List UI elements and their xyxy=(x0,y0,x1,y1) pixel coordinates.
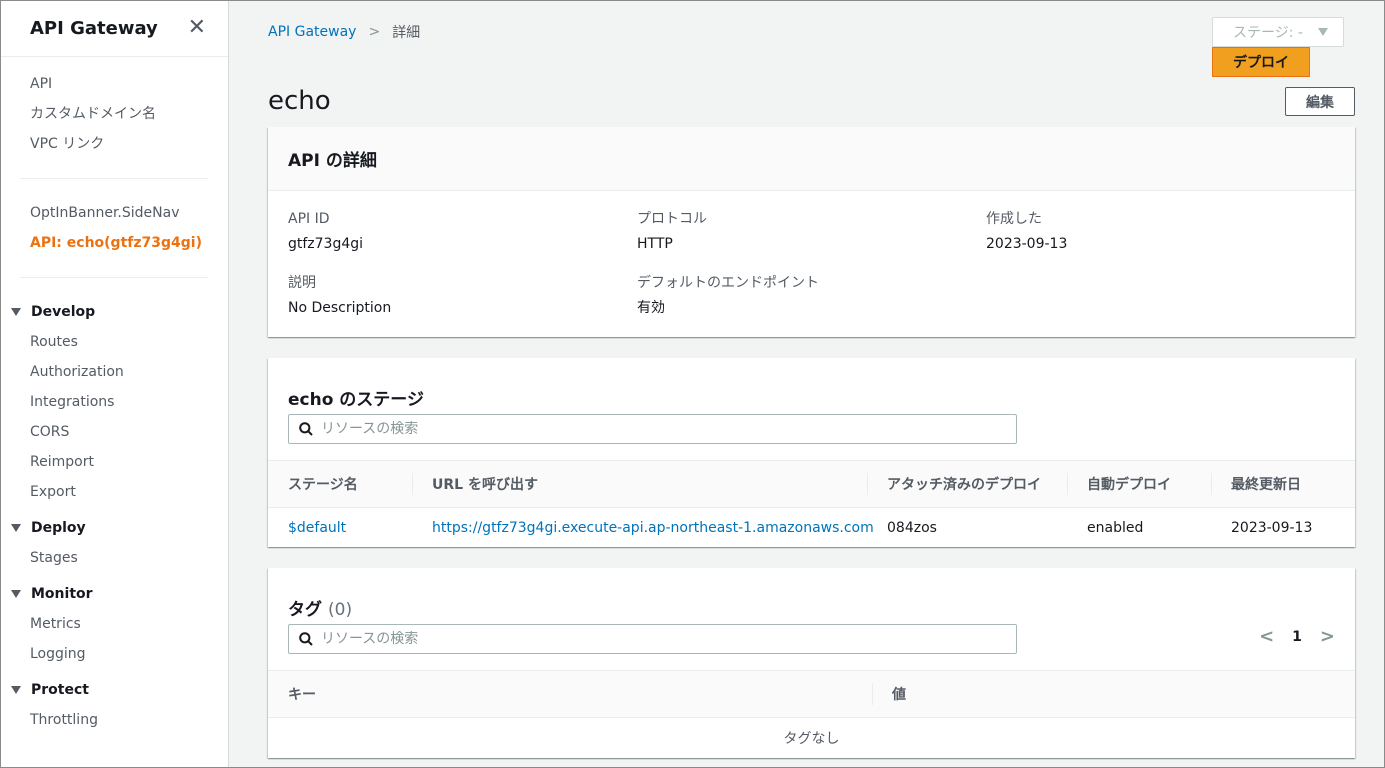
divider xyxy=(20,277,208,278)
caret-down-icon xyxy=(11,686,21,694)
tags-table-header: キー 値 xyxy=(268,670,1355,718)
empty-state: タグなし xyxy=(783,731,840,747)
sidebar-top-links: API カスタムドメイン名 VPC リンク xyxy=(0,57,228,159)
api-id-value: gtfz73g4gi xyxy=(288,236,364,252)
sidebar-item-cors[interactable]: CORS xyxy=(0,417,228,447)
sidebar-item-integrations[interactable]: Integrations xyxy=(0,387,228,417)
breadcrumb: API Gateway > 詳細 xyxy=(268,22,420,42)
sidebar-item-vpc-links[interactable]: VPC リンク xyxy=(0,129,228,159)
column-value[interactable]: 値 xyxy=(872,671,1355,717)
search-icon xyxy=(299,632,313,646)
auto-deploy-value: enabled xyxy=(1087,520,1144,536)
sidebar-item-routes[interactable]: Routes xyxy=(0,327,228,357)
page-title: echo xyxy=(268,86,331,116)
column-last-updated[interactable]: 最終更新日 xyxy=(1211,461,1355,507)
caret-down-icon xyxy=(11,308,21,316)
created-label: 作成した xyxy=(986,211,1042,227)
sidebar-item-custom-domains[interactable]: カスタムドメイン名 xyxy=(0,99,228,129)
last-updated-value: 2023-09-13 xyxy=(1231,520,1313,536)
tags-search[interactable] xyxy=(288,624,1017,654)
default-endpoint-label: デフォルトのエンドポイント xyxy=(637,275,819,291)
caret-down-icon xyxy=(11,590,21,598)
sidebar-item-logging[interactable]: Logging xyxy=(0,639,228,669)
sidebar-section-deploy[interactable]: Deploy xyxy=(0,513,228,543)
protocol-label: プロトコル xyxy=(637,211,707,227)
protocol-value: HTTP xyxy=(637,236,673,252)
sidebar-item-stages[interactable]: Stages xyxy=(0,543,228,573)
pagination: < 1 > xyxy=(1259,626,1335,647)
description-label: 説明 xyxy=(288,275,316,291)
sidebar-title[interactable]: API Gateway xyxy=(30,18,158,39)
sidebar-item-active-api[interactable]: API: echo(gtfz73g4gi) xyxy=(0,228,228,258)
stages-panel: echo のステージ ステージ名 URL を呼び出す アタッチ済みのデプロイ 自… xyxy=(268,358,1355,547)
stages-table-header: ステージ名 URL を呼び出す アタッチ済みのデプロイ 自動デプロイ 最終更新日 xyxy=(268,460,1355,508)
invoke-url-link[interactable]: https://gtfz73g4gi.execute-api.ap-northe… xyxy=(412,520,874,536)
deploy-button[interactable]: デプロイ xyxy=(1212,47,1310,77)
close-icon[interactable]: ✕ xyxy=(188,17,206,39)
sidebar-header: API Gateway ✕ xyxy=(0,0,228,57)
default-endpoint-value: 有効 xyxy=(637,300,665,316)
caret-down-icon xyxy=(11,524,21,532)
page-number[interactable]: 1 xyxy=(1292,629,1302,645)
sidebar-item-authorization[interactable]: Authorization xyxy=(0,357,228,387)
sidebar-section-protect[interactable]: Protect xyxy=(0,675,228,705)
tags-title: タグ (0) xyxy=(268,568,1355,624)
breadcrumb-current: 詳細 xyxy=(392,25,421,41)
tags-count: (0) xyxy=(328,600,353,620)
stages-title: echo のステージ xyxy=(288,390,424,410)
side-navigation: API Gateway ✕ API カスタムドメイン名 VPC リンク OptI… xyxy=(0,0,229,768)
column-invoke-url[interactable]: URL を呼び出す xyxy=(412,461,867,507)
chevron-right-icon: > xyxy=(368,24,381,40)
description-value: No Description xyxy=(288,300,392,316)
column-auto-deploy[interactable]: 自動デプロイ xyxy=(1067,461,1211,507)
sidebar-banner[interactable]: OptInBanner.SideNav xyxy=(0,198,228,228)
chevron-left-icon[interactable]: < xyxy=(1259,626,1274,647)
sidebar-item-throttling[interactable]: Throttling xyxy=(0,705,228,735)
main-content: API Gateway > 詳細 ステージ: - デプロイ echo 編集 AP… xyxy=(229,0,1385,768)
stages-search[interactable] xyxy=(288,414,1017,444)
column-key[interactable]: キー xyxy=(268,671,872,717)
column-attached-deployment[interactable]: アタッチ済みのデプロイ xyxy=(867,461,1067,507)
api-id-label: API ID xyxy=(288,211,330,227)
sidebar-item-metrics[interactable]: Metrics xyxy=(0,609,228,639)
api-details-panel: API の詳細 API ID gtfz73g4gi 説明 No Descript… xyxy=(268,127,1355,337)
sidebar-section-monitor[interactable]: Monitor xyxy=(0,579,228,609)
chevron-right-icon[interactable]: > xyxy=(1320,626,1335,647)
stage-select[interactable]: ステージ: - xyxy=(1212,17,1344,47)
divider xyxy=(20,178,208,179)
caret-down-icon xyxy=(1318,28,1328,36)
stage-select-value: ステージ: - xyxy=(1233,25,1303,41)
sidebar-section-develop[interactable]: Develop xyxy=(0,297,228,327)
tags-panel: タグ (0) < 1 > キー 値 タグなし xyxy=(268,568,1355,758)
stage-name-link[interactable]: $default xyxy=(268,520,412,536)
sidebar-item-reimport[interactable]: Reimport xyxy=(0,447,228,477)
created-value: 2023-09-13 xyxy=(986,236,1068,252)
sidebar-item-api[interactable]: API xyxy=(0,69,228,99)
api-details-title: API の詳細 xyxy=(268,127,1355,191)
attached-deployment: 084zos xyxy=(887,520,937,536)
sidebar-item-export[interactable]: Export xyxy=(0,477,228,507)
tags-search-input[interactable] xyxy=(321,631,1016,647)
edit-button[interactable]: 編集 xyxy=(1285,87,1355,116)
column-stage-name[interactable]: ステージ名 xyxy=(268,461,412,507)
tags-title-text: タグ xyxy=(288,600,322,620)
table-row: $default https://gtfz73g4gi.execute-api.… xyxy=(268,508,1355,548)
breadcrumb-root-link[interactable]: API Gateway xyxy=(268,24,356,40)
stages-search-input[interactable] xyxy=(321,421,1016,437)
search-icon xyxy=(299,422,313,436)
